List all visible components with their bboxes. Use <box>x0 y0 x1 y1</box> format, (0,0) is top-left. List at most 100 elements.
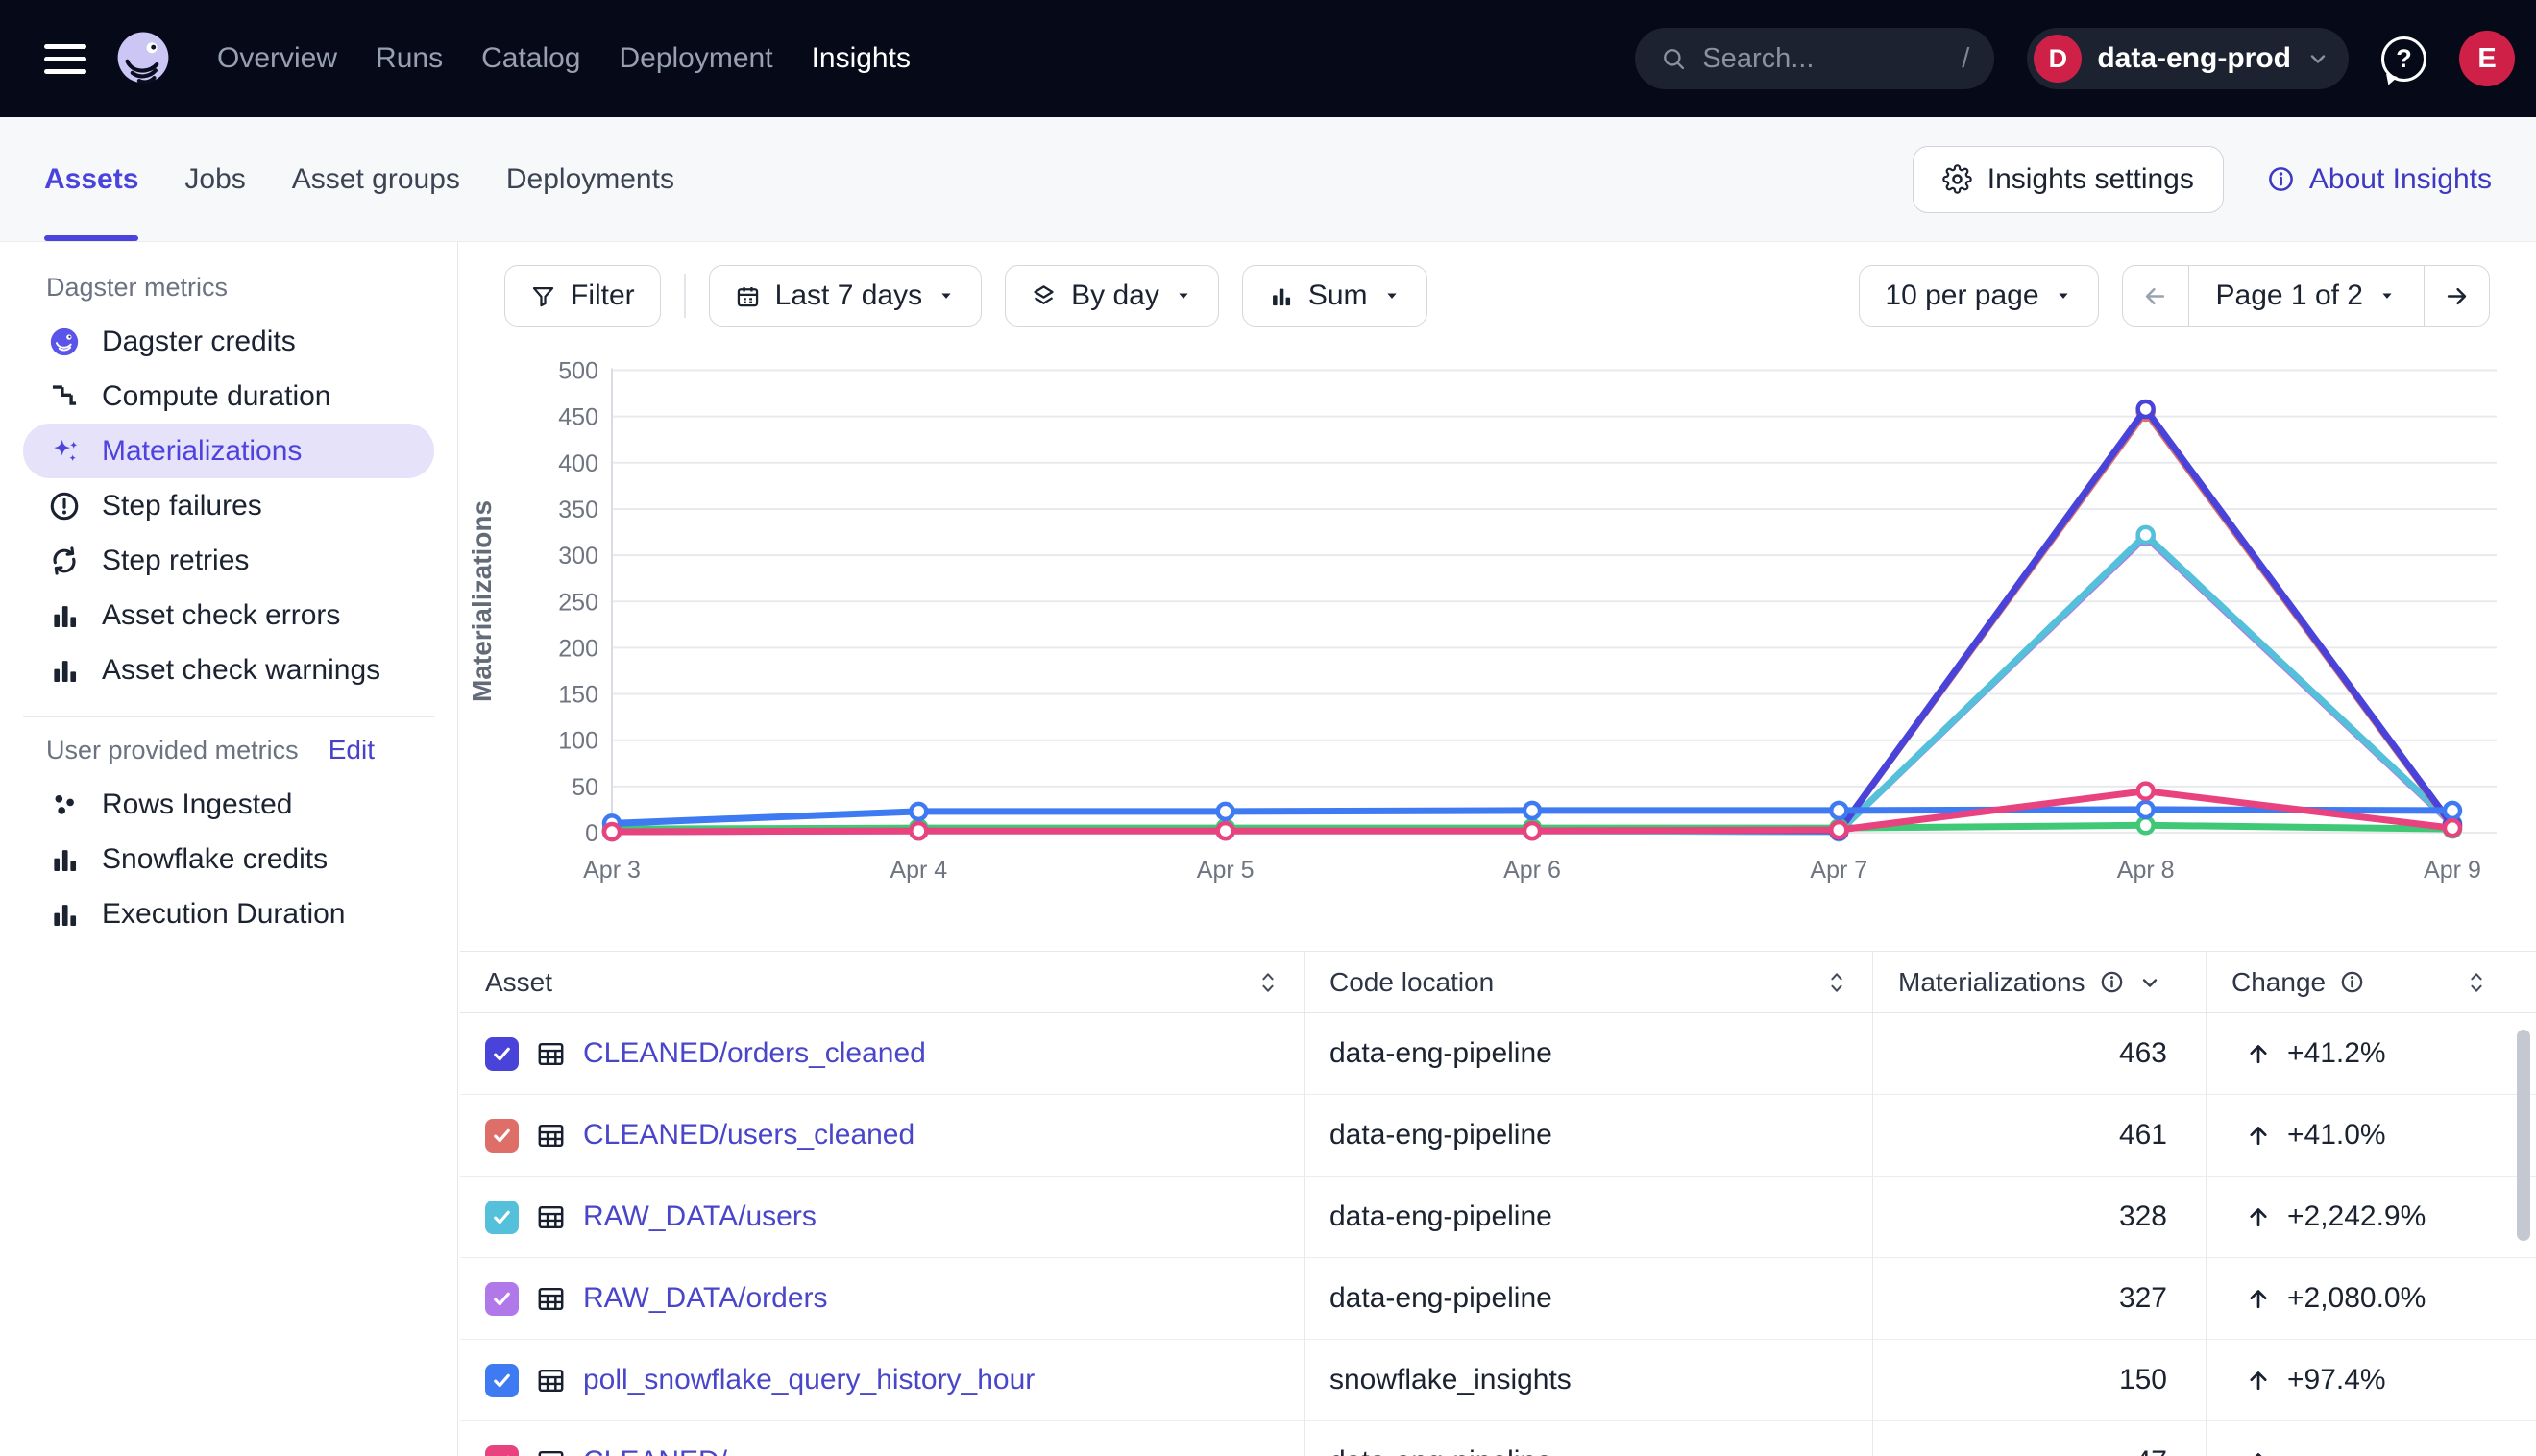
sidebar-item-label: Rows Ingested <box>102 789 292 821</box>
per-page-button[interactable]: 10 per page <box>1859 265 2098 327</box>
group-by-button[interactable]: By day <box>1005 265 1219 327</box>
dagster-logo <box>111 27 175 90</box>
arrow-left-icon <box>2142 283 2168 309</box>
sidebar-item-label: Materializations <box>102 435 302 468</box>
aggregation-button[interactable]: Sum <box>1242 265 1427 327</box>
asset-link[interactable]: poll_snowflake_query_history_hour <box>583 1364 1035 1396</box>
sidebar-item-asset-check-errors[interactable]: Asset check errors <box>23 588 434 643</box>
table-icon <box>535 1283 567 1315</box>
arrow-up-icon <box>2245 1122 2272 1149</box>
svg-text:Apr 5: Apr 5 <box>1197 857 1255 884</box>
sidebar-item-snowflake-credits[interactable]: Snowflake credits <box>23 832 434 886</box>
code-location-cell: data-eng-pipeline <box>1305 1177 1873 1257</box>
nav-deployment[interactable]: Deployment <box>619 42 772 75</box>
date-range-button[interactable]: Last 7 days <box>709 265 982 327</box>
column-header-code-location[interactable]: Code location <box>1305 952 1873 1012</box>
pagination: Page 1 of 2 <box>2122 265 2490 327</box>
svg-text:Materializations: Materializations <box>467 500 497 702</box>
asset-cell: CLEANED/… <box>460 1421 1305 1456</box>
sort-icon[interactable] <box>2466 968 2487 997</box>
about-insights-label: About Insights <box>2309 163 2492 196</box>
user-avatar[interactable]: E <box>2459 31 2515 86</box>
asset-checkbox[interactable] <box>485 1119 519 1153</box>
sidebar-item-compute-duration[interactable]: Compute duration <box>23 369 434 424</box>
calendar-icon <box>735 283 761 309</box>
top-nav: Overview Runs Catalog Deployment Insights Se… <box>0 0 2536 117</box>
asset-checkbox[interactable] <box>485 1201 519 1234</box>
prev-page-button[interactable] <box>2123 266 2188 326</box>
change-cell: +2,080.0% <box>2207 1258 2512 1339</box>
svg-text:Apr 3: Apr 3 <box>583 857 641 884</box>
svg-text:200: 200 <box>558 635 598 662</box>
insights-settings-button[interactable]: Insights settings <box>1913 146 2224 213</box>
about-insights-link[interactable]: About Insights <box>2266 163 2492 196</box>
metrics-sidebar: Dagster metricsDagster creditsCompute du… <box>0 242 458 1456</box>
info-icon <box>2339 969 2365 995</box>
sidebar-item-execution-duration[interactable]: Execution Duration <box>23 886 434 941</box>
asset-checkbox[interactable] <box>485 1364 519 1397</box>
caret-down-icon <box>2378 286 2397 305</box>
nav-runs[interactable]: Runs <box>376 42 443 75</box>
menu-button[interactable] <box>44 44 86 74</box>
group-by-label: By day <box>1071 279 1159 312</box>
line-cleaned-users-cleaned <box>612 412 2452 831</box>
sidebar-item-step-failures[interactable]: Step failures <box>23 478 434 533</box>
search-shortcut-hint: / <box>1962 43 1969 75</box>
sidebar-item-dagster-credits[interactable]: Dagster credits <box>23 314 434 369</box>
retry-icon <box>48 545 81 577</box>
asset-checkbox[interactable] <box>485 1445 519 1456</box>
caret-down-icon <box>1382 286 1402 305</box>
sidebar-item-rows-ingested[interactable]: Rows Ingested <box>23 777 434 832</box>
asset-link[interactable]: RAW_DATA/orders <box>583 1282 828 1315</box>
nav-insights[interactable]: Insights <box>812 42 911 75</box>
asset-checkbox[interactable] <box>485 1037 519 1071</box>
chevron-down-icon <box>2306 47 2329 70</box>
table-scrollbar[interactable] <box>2517 1030 2530 1241</box>
table-icon <box>535 1201 567 1233</box>
svg-text:300: 300 <box>558 543 598 570</box>
info-icon <box>2099 969 2125 995</box>
main-panel: Filter Last 7 days By day Sum <box>458 242 2536 1456</box>
asset-link[interactable]: RAW_DATA/users <box>583 1201 817 1233</box>
chevron-down-icon <box>2138 971 2161 994</box>
per-page-label: 10 per page <box>1885 279 2038 312</box>
sidebar-item-label: Dagster credits <box>102 326 296 358</box>
sidebar-item-asset-check-warnings[interactable]: Asset check warnings <box>23 643 434 697</box>
bars-icon <box>1268 283 1294 309</box>
sidebar-item-label: Asset check warnings <box>102 654 380 687</box>
asset-checkbox[interactable] <box>485 1282 519 1316</box>
next-page-button[interactable] <box>2424 266 2489 326</box>
tab-jobs[interactable]: Jobs <box>184 117 245 241</box>
date-range-label: Last 7 days <box>775 279 922 312</box>
sort-icon[interactable] <box>1826 968 1847 997</box>
nav-catalog[interactable]: Catalog <box>481 42 580 75</box>
table-icon <box>535 1120 567 1152</box>
svg-text:Apr 7: Apr 7 <box>1810 857 1867 884</box>
search-input[interactable]: Search... / <box>1635 28 1994 89</box>
top-nav-right: Search... / D data-eng-prod ? E <box>1635 28 2515 89</box>
column-header-asset[interactable]: Asset <box>460 952 1305 1012</box>
sort-icon[interactable] <box>1257 968 1279 997</box>
tab-assets[interactable]: Assets <box>44 117 138 241</box>
tabs: Assets Jobs Asset groups Deployments <box>44 117 674 241</box>
asset-link[interactable]: CLEANED/… <box>583 1445 756 1456</box>
column-header-change[interactable]: Change <box>2207 952 2512 1012</box>
org-switcher[interactable]: D data-eng-prod <box>2027 28 2349 89</box>
aggregation-label: Sum <box>1308 279 1368 312</box>
change-cell <box>2207 1421 2512 1456</box>
nav-overview[interactable]: Overview <box>217 42 337 75</box>
tab-deployments[interactable]: Deployments <box>506 117 674 241</box>
page-select[interactable]: Page 1 of 2 <box>2188 266 2424 326</box>
help-button[interactable]: ? <box>2381 36 2426 82</box>
asset-link[interactable]: CLEANED/orders_cleaned <box>583 1037 926 1070</box>
sidebar-item-materializations[interactable]: Materializations <box>23 424 434 478</box>
filter-button[interactable]: Filter <box>504 265 661 327</box>
column-header-materializations[interactable]: Materializations <box>1873 952 2207 1012</box>
content: Dagster metricsDagster creditsCompute du… <box>0 242 2536 1456</box>
tab-asset-groups[interactable]: Asset groups <box>292 117 460 241</box>
toolbar-right: 10 per page Page 1 of 2 <box>1859 265 2490 327</box>
asset-link[interactable]: CLEANED/users_cleaned <box>583 1119 914 1152</box>
sidebar-item-step-retries[interactable]: Step retries <box>23 533 434 588</box>
edit-metrics-link[interactable]: Edit <box>329 735 375 765</box>
table-icon <box>535 1365 567 1396</box>
